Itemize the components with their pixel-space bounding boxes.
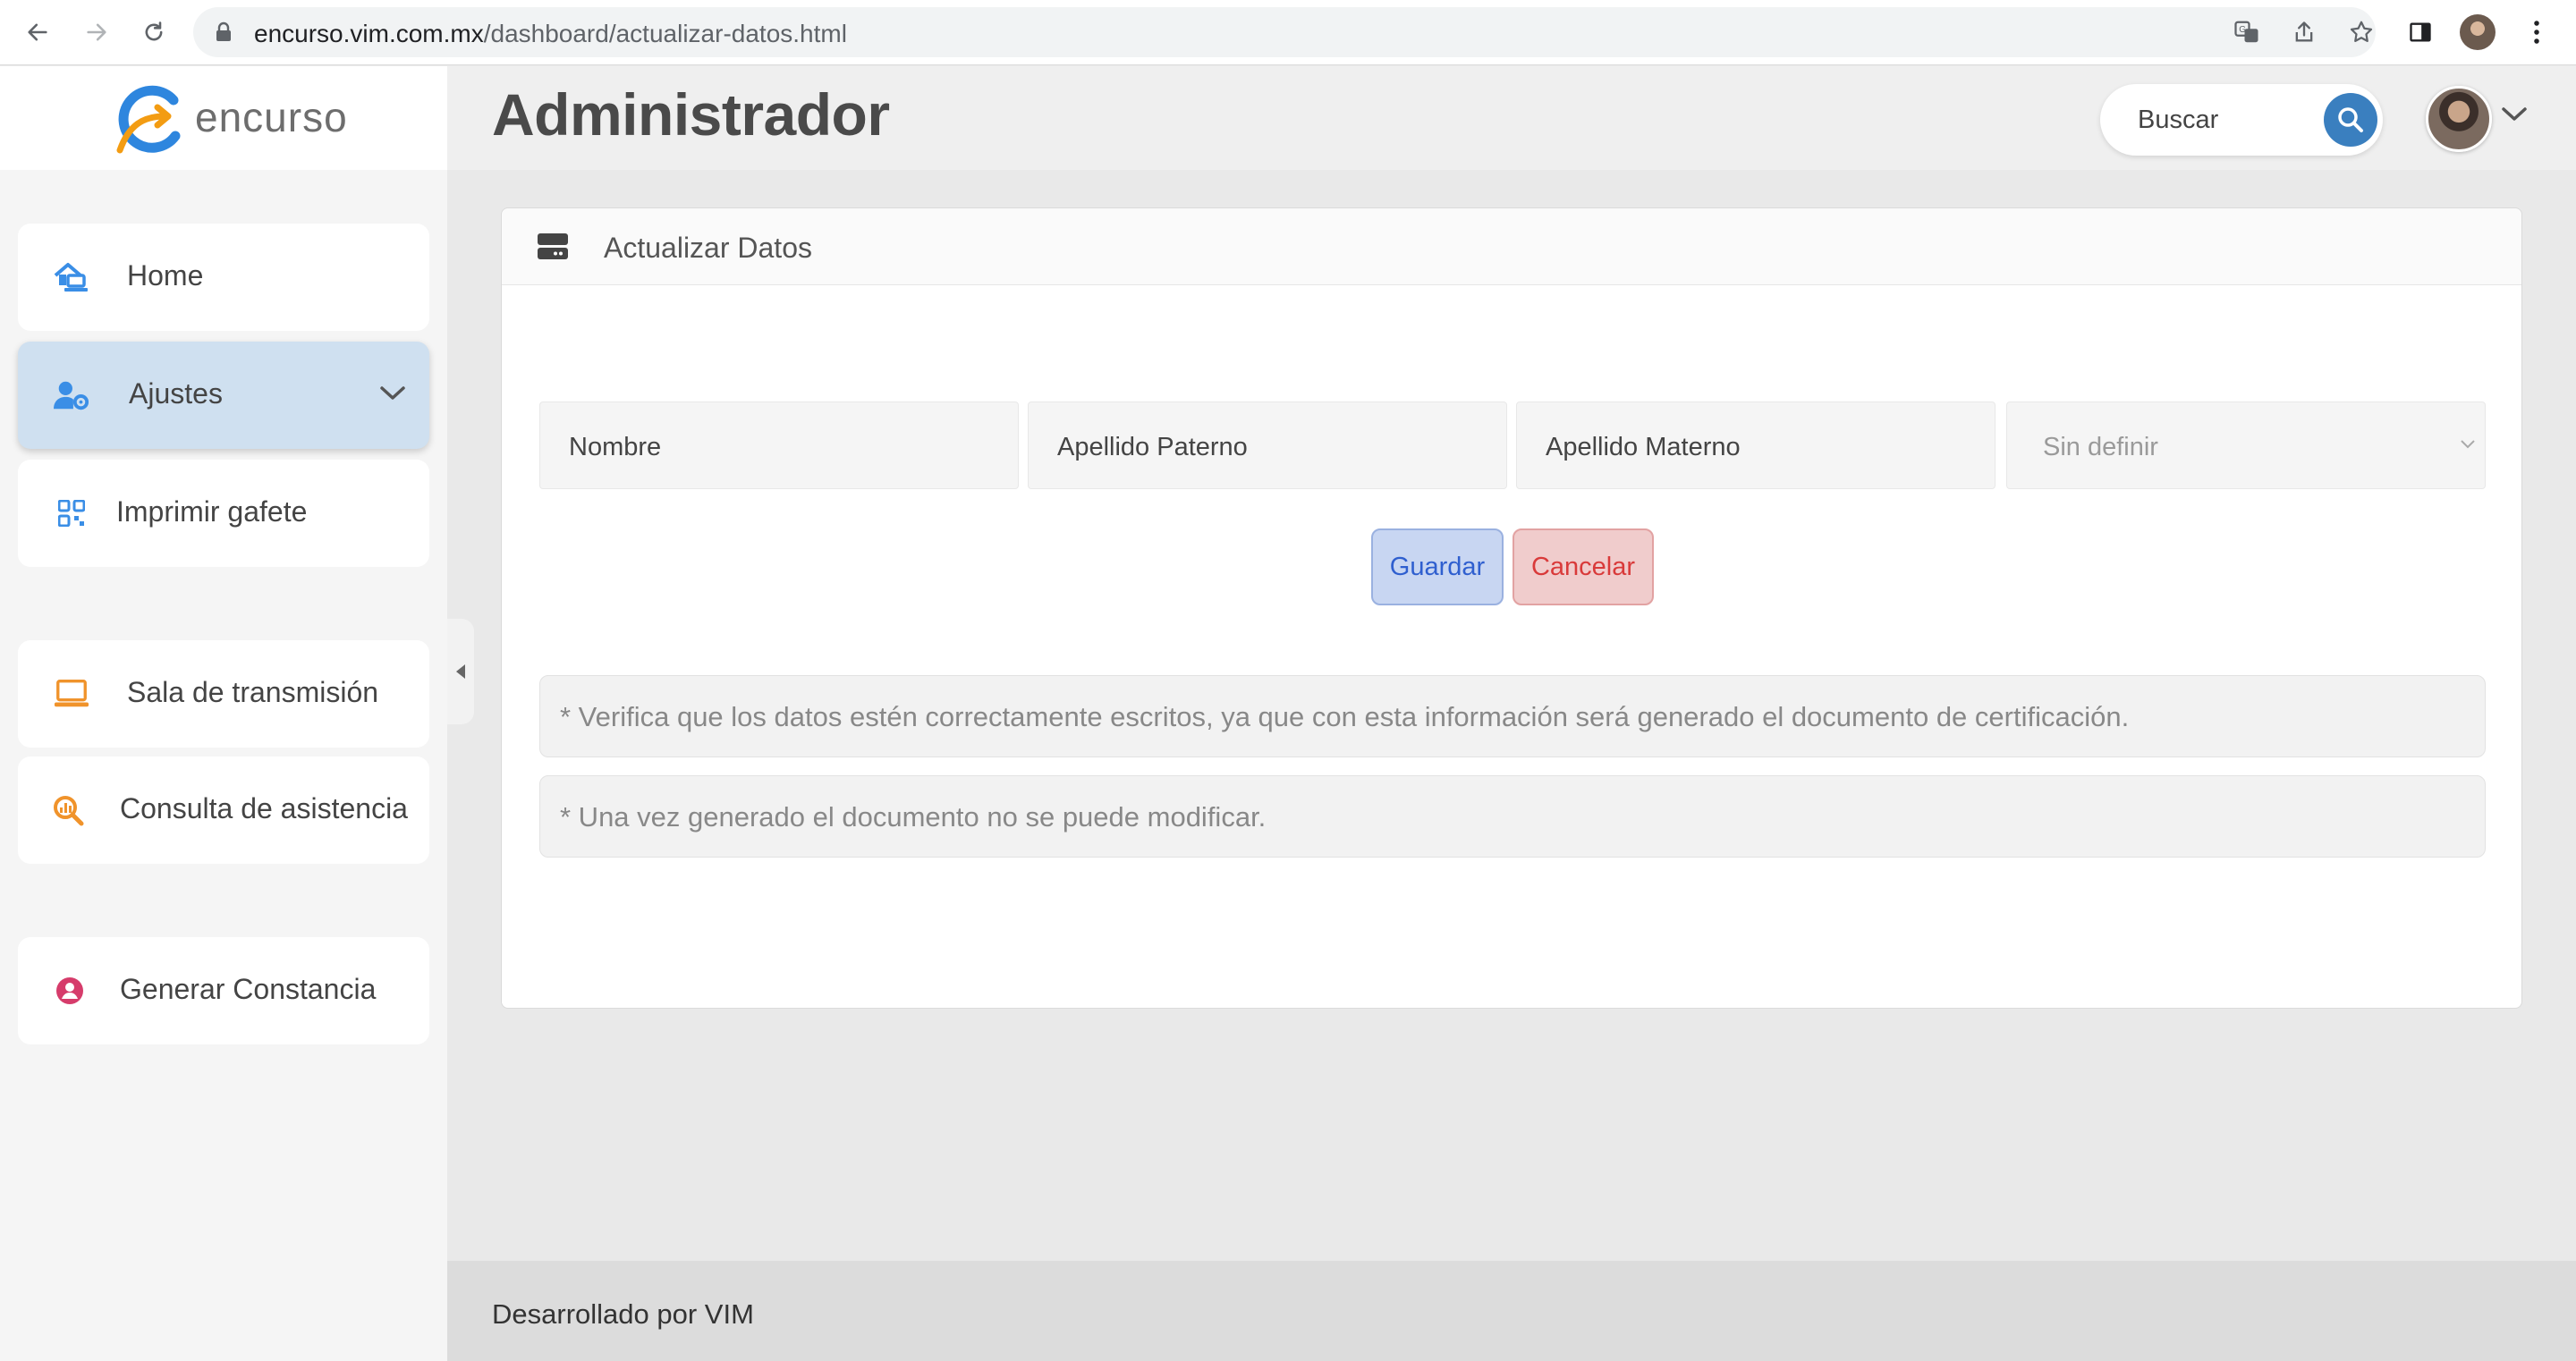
forward-icon[interactable] <box>79 14 114 50</box>
encurso-logo-icon <box>116 85 181 154</box>
sidebar-item-generar-constancia[interactable]: Generar Constancia <box>18 937 429 1044</box>
sidebar-item-sala-de-transmision[interactable]: Sala de transmisión <box>18 640 429 748</box>
sidebar-item-label: Consulta de asistencia <box>120 792 408 824</box>
status-select-value: Sin definir <box>2043 433 2158 461</box>
url-text: encurso.vim.com.mx/dashboard/actualizar-… <box>254 20 847 47</box>
share-icon[interactable] <box>2286 14 2322 50</box>
sidebar-item-label: Generar Constancia <box>120 973 377 1005</box>
bookmark-star-icon[interactable] <box>2343 14 2379 50</box>
apellido-paterno-field[interactable]: Apellido Paterno <box>1028 402 1507 489</box>
warning-note: * Una vez generado el documento no se pu… <box>539 775 2486 858</box>
info-note-text: * Verifica que los datos estén correctam… <box>560 701 2130 732</box>
search-icon <box>2338 107 2363 132</box>
translate-icon[interactable]: G <box>2229 14 2265 50</box>
logo-text: encurso <box>195 94 348 140</box>
nombre-field[interactable]: Nombre <box>539 402 1019 489</box>
search-input[interactable]: Buscar <box>2138 106 2218 135</box>
search-bar[interactable]: Buscar <box>2100 84 2383 156</box>
search-chart-icon <box>50 794 86 826</box>
sidebar-item-label: Imprimir gafete <box>116 495 308 528</box>
card-header: Actualizar Datos <box>502 208 2521 285</box>
top-header: Administrador Buscar <box>447 66 2576 170</box>
chevron-down-icon[interactable] <box>379 385 406 407</box>
lock-icon <box>215 21 233 47</box>
warning-note-text: * Una vez generado el documento no se pu… <box>560 801 1267 833</box>
apellido-materno-field[interactable]: Apellido Materno <box>1516 402 1996 489</box>
sidebar-item-label: Home <box>127 259 204 292</box>
caret-left-icon <box>456 664 465 679</box>
search-button[interactable] <box>2324 93 2377 147</box>
apellido-paterno-field-value: Apellido Paterno <box>1057 433 1248 461</box>
chevron-down-icon[interactable] <box>2501 106 2528 128</box>
nombre-field-value: Nombre <box>569 433 662 461</box>
update-data-card: Actualizar Datos Nombre Apellido Paterno… <box>501 207 2522 1009</box>
profile-avatar-icon[interactable] <box>2460 14 2496 50</box>
user-cog-icon <box>54 379 89 411</box>
address-bar[interactable]: encurso.vim.com.mx/dashboard/actualizar-… <box>193 7 2376 57</box>
sidebar-collapse-toggle[interactable] <box>447 619 474 724</box>
sidebar-item-imprimir-gafete[interactable]: Imprimir gafete <box>18 460 429 567</box>
reload-icon[interactable] <box>136 14 172 50</box>
user-circle-icon <box>52 975 88 1007</box>
sidebar: encurso Home Ajustes Imprimir gafete Sal… <box>0 66 447 1361</box>
svg-text:G: G <box>2239 25 2246 35</box>
cancel-button[interactable]: Cancelar <box>1513 528 1654 605</box>
avatar[interactable] <box>2426 86 2492 152</box>
qr-code-icon <box>54 497 89 529</box>
chevron-down-icon <box>2460 438 2476 454</box>
sidebar-item-label: Sala de transmisión <box>127 676 379 708</box>
browser-menu-icon[interactable] <box>2519 14 2555 50</box>
sidebar-item-home[interactable]: Home <box>18 224 429 331</box>
save-button[interactable]: Guardar <box>1371 528 1504 605</box>
logo[interactable]: encurso <box>0 66 447 170</box>
page-title: Administrador <box>492 81 890 148</box>
sidebar-item-consulta-de-asistencia[interactable]: Consulta de asistencia <box>18 757 429 864</box>
status-select[interactable]: Sin definir <box>2006 402 2486 489</box>
browser-toolbar: encurso.vim.com.mx/dashboard/actualizar-… <box>0 0 2576 65</box>
sidebar-item-ajustes[interactable]: Ajustes <box>18 342 429 449</box>
home-laptop-icon <box>54 261 89 293</box>
laptop-icon <box>54 678 89 710</box>
apellido-materno-field-value: Apellido Materno <box>1546 433 1741 461</box>
server-icon <box>538 233 568 265</box>
footer-text: Desarrollado por VIM <box>492 1298 754 1330</box>
footer: Desarrollado por VIM <box>447 1261 2576 1361</box>
back-icon[interactable] <box>20 14 55 50</box>
info-note: * Verifica que los datos estén correctam… <box>539 675 2486 757</box>
side-panel-icon[interactable] <box>2402 14 2438 50</box>
card-title: Actualizar Datos <box>604 232 812 264</box>
sidebar-item-label: Ajustes <box>129 377 223 410</box>
